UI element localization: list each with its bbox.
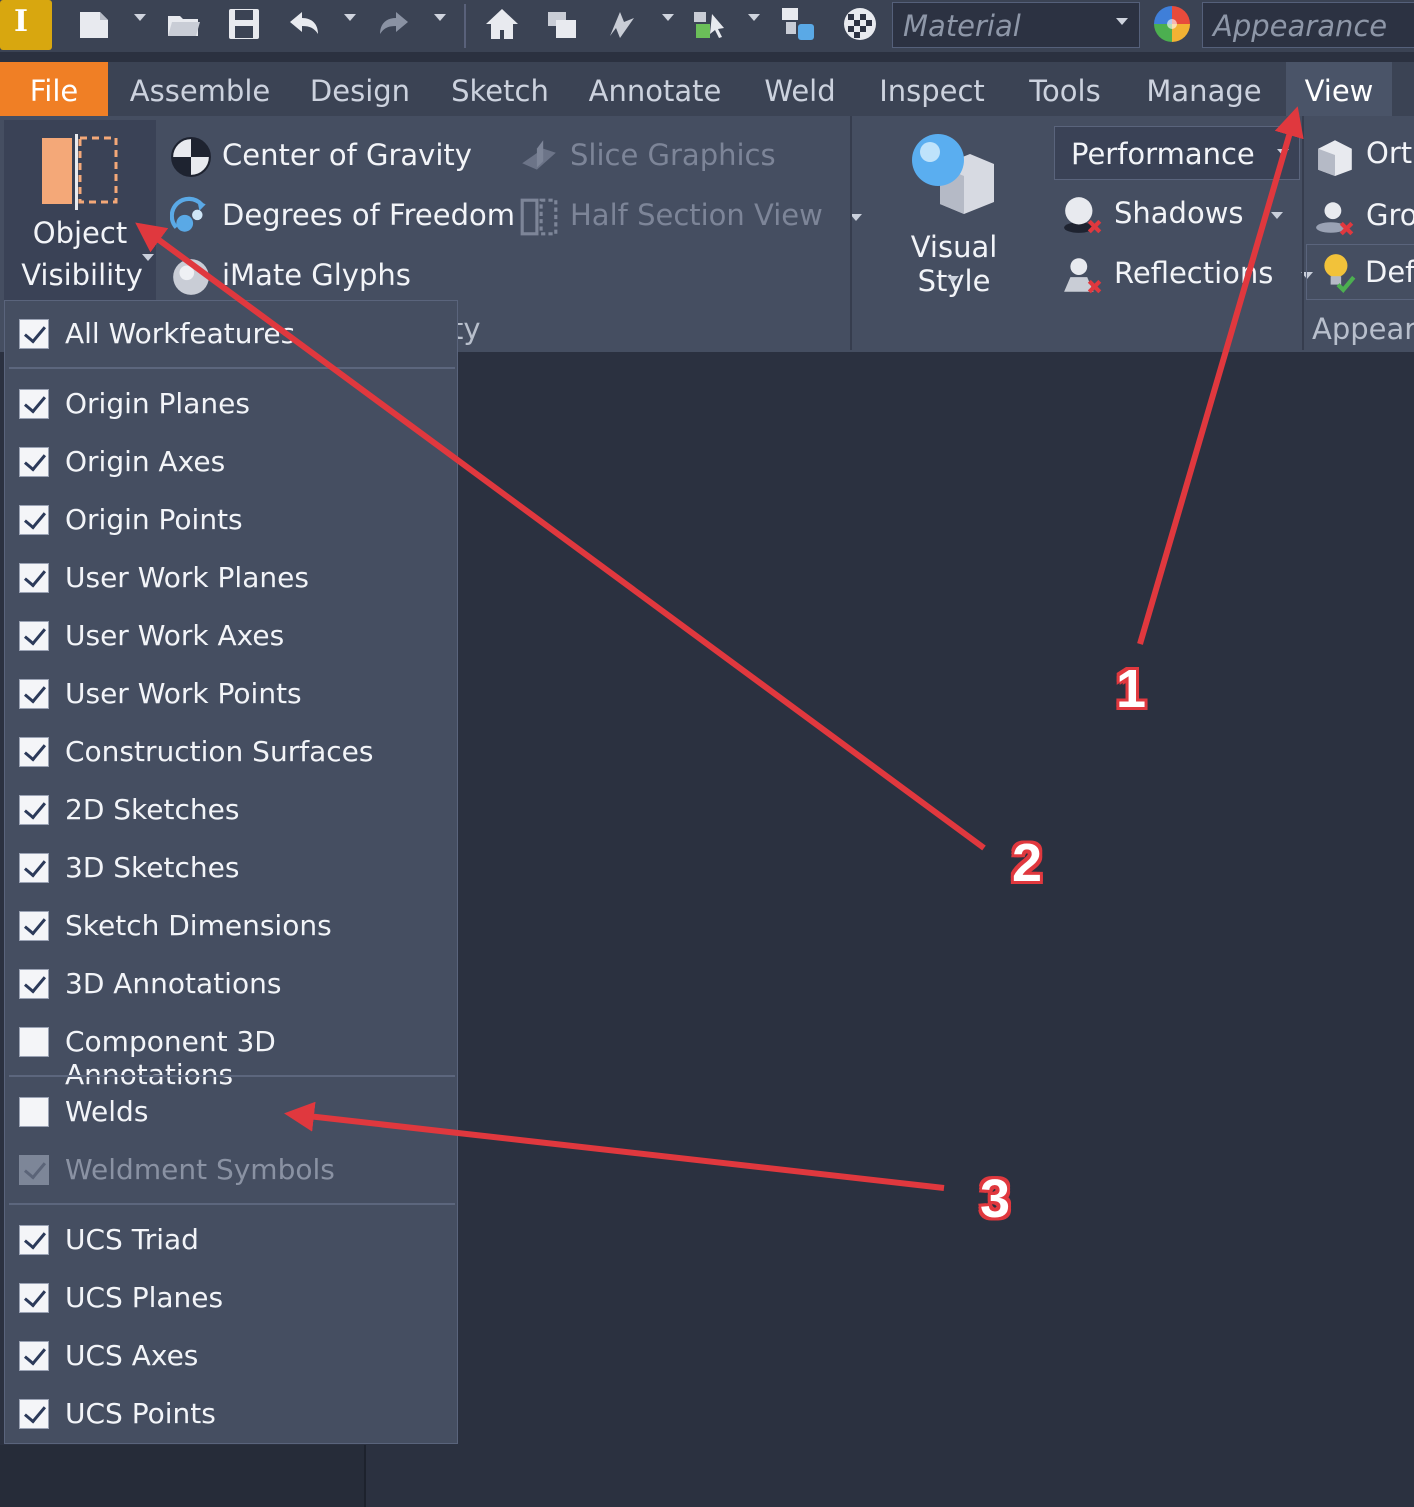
annotation-arrow-3 (284, 1101, 945, 1191)
annotation-label-1: 1 (1116, 659, 1147, 719)
annotation-label-3: 3 (980, 1169, 1011, 1229)
annotation-arrow-2 (135, 222, 986, 851)
annotation-arrow-1 (1137, 106, 1304, 645)
annotation-label-2: 2 (1012, 833, 1043, 893)
annotation-overlay (135, 106, 1304, 1191)
